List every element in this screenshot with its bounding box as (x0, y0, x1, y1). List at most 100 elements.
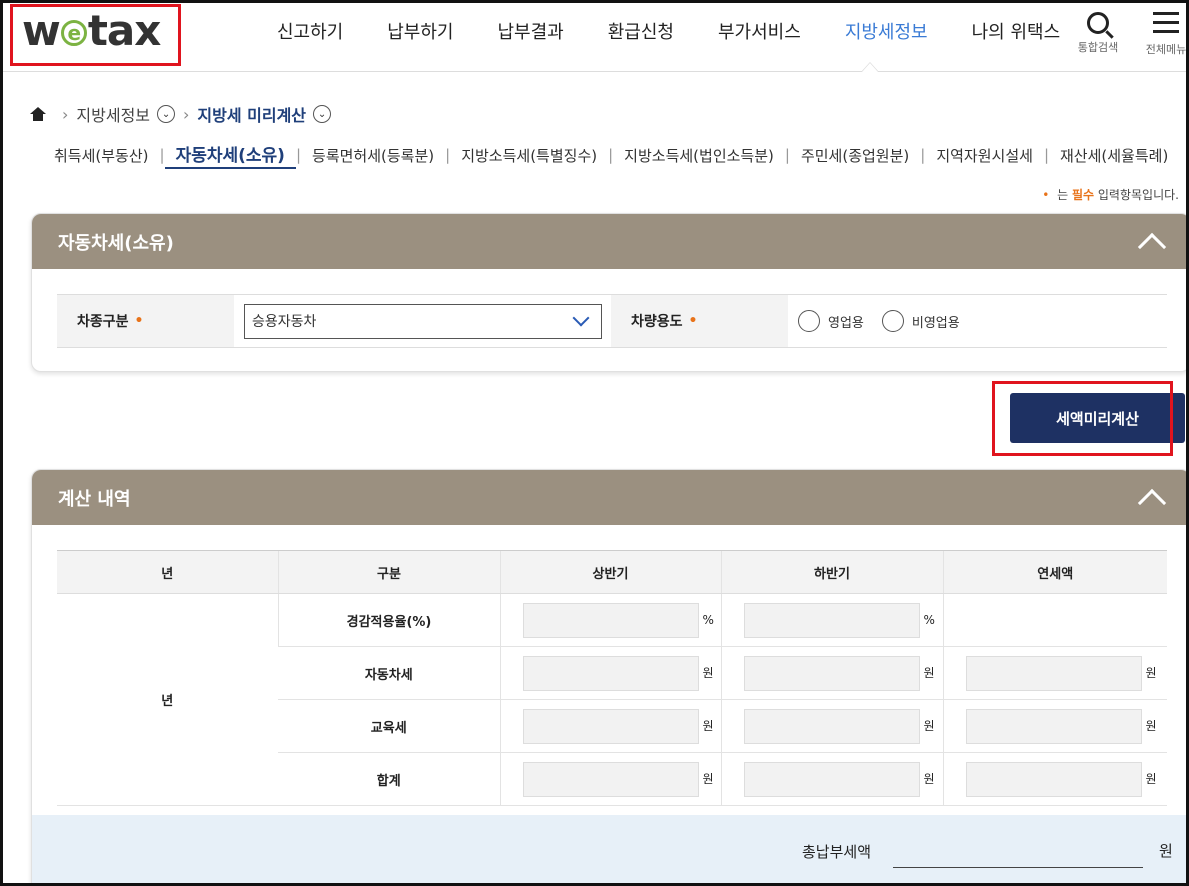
nav-payment-result[interactable]: 납부결과 (476, 18, 586, 44)
total-payment-unit: 원 (1159, 842, 1173, 860)
vehicle-tax-form-panel: 자동차세(소유) 차종구분 • 승용자동차 차량용도 • 영업용 비영업용 (31, 213, 1189, 372)
integrated-search[interactable]: 통합검색 (1072, 8, 1124, 55)
nav-local-tax-info[interactable]: 지방세정보 (823, 18, 950, 44)
total-first-half: 원 (499, 752, 721, 806)
result-panel-title: 계산 내역 (58, 488, 131, 510)
total-second-half: 원 (720, 752, 943, 806)
required-dot-icon: • (134, 313, 144, 329)
row-label-education-tax: 교육세 (278, 699, 500, 753)
vehicle-tax-second-half: 원 (720, 646, 943, 700)
table-row: 년 경감적용율(%) % % (57, 593, 1167, 806)
reduction-rate-first-half: % (499, 593, 721, 647)
readonly-field (743, 761, 920, 797)
main-nav: 신고하기 납부하기 납부결과 환급신청 부가서비스 지방세정보 나의 위택스 (255, 0, 1082, 62)
form-panel-header[interactable]: 자동차세(소유) (32, 214, 1189, 269)
breadcrumb-level1[interactable]: 지방세정보 (76, 102, 150, 126)
breadcrumb-level2[interactable]: 지방세 미리계산 (197, 102, 306, 126)
result-panel-header[interactable]: 계산 내역 (32, 470, 1189, 525)
vehicle-type-label: 차종구분 • (57, 295, 234, 347)
usage-option-label: 비영업용 (911, 315, 960, 331)
readonly-field (522, 761, 699, 797)
education-tax-annual: 원 (942, 699, 1167, 753)
logo-text-tax: tax (87, 6, 162, 55)
nav-extra-services[interactable]: 부가서비스 (696, 18, 823, 44)
nav-report[interactable]: 신고하기 (255, 18, 365, 44)
readonly-field (743, 602, 920, 638)
usage-option-label: 영업용 (828, 315, 864, 331)
tab-local-income-tax-corporate[interactable]: 지방소득세(법인소득분) (613, 145, 785, 166)
usage-radio-commercial[interactable]: 영업용 (798, 310, 864, 332)
wetax-logo[interactable]: w e tax (22, 6, 162, 55)
required-note-prefix: 는 (1057, 188, 1069, 202)
total-payment-bar: 총납부세액 원 (32, 815, 1189, 885)
logo-e-mark: e (60, 19, 87, 46)
required-dot-icon: • (1042, 188, 1050, 202)
chevron-down-circle-icon[interactable]: ⌄ (313, 105, 332, 123)
required-note-suffix: 입력항목입니다. (1097, 188, 1179, 202)
chevron-right-icon: › (183, 104, 190, 124)
breadcrumb: › 지방세정보 ⌄ › 지방세 미리계산 ⌄ (30, 102, 332, 126)
education-tax-second-half: 원 (720, 699, 943, 753)
calculate-button-highlight-box (992, 381, 1173, 456)
readonly-field (522, 708, 699, 744)
col-first-half: 상반기 (499, 550, 721, 594)
nav-payment[interactable]: 납부하기 (365, 18, 475, 44)
tab-property-tax-special[interactable]: 재산세(세율특례) (1049, 145, 1179, 166)
unit-label: 원 (1145, 665, 1157, 680)
nav-refund[interactable]: 환급신청 (586, 18, 696, 44)
education-tax-first-half: 원 (499, 699, 721, 753)
usage-radio-noncommercial[interactable]: 비영업용 (881, 310, 960, 332)
usage-cell: 영업용 비영업용 (788, 295, 978, 347)
home-icon[interactable] (30, 107, 46, 121)
calculation-result-panel: 계산 내역 년 구분 상반기 하반기 연세액 년 경감적용율(%) % % 자동… (31, 469, 1189, 886)
full-menu[interactable]: 전체메뉴 (1142, 8, 1189, 57)
usage-label-text: 차량용도 (631, 314, 683, 330)
radio-circle-icon[interactable] (798, 310, 820, 332)
tab-resident-tax-employee[interactable]: 주민세(종업원분) (790, 145, 920, 166)
chevron-down-circle-icon[interactable]: ⌄ (157, 105, 176, 123)
nav-my-wetax[interactable]: 나의 위택스 (950, 18, 1083, 44)
unit-label: 원 (702, 718, 714, 733)
active-nav-caret (861, 62, 879, 72)
site-header: w e tax 신고하기 납부하기 납부결과 환급신청 부가서비스 지방세정보 … (0, 0, 1189, 72)
tab-local-income-tax-withholding[interactable]: 지방소득세(특별징수) (450, 145, 608, 166)
row-label-total: 합계 (278, 752, 500, 806)
logo-text-w: w (22, 6, 61, 55)
tab-registration-license-tax[interactable]: 등록면허세(등록분) (301, 145, 445, 166)
table-header-row: 년 구분 상반기 하반기 연세액 (57, 550, 1167, 594)
vehicle-type-select[interactable]: 승용자동차 (244, 303, 602, 339)
col-category: 구분 (277, 550, 500, 594)
chevron-right-icon: › (62, 104, 69, 124)
unit-label: 원 (923, 718, 935, 733)
tax-type-tabs: 취득세(부동산) | 자동차세(소유) | 등록면허세(등록분) | 지방소득세… (54, 141, 1179, 169)
tab-regional-resource-facility-tax[interactable]: 지역자원시설세 (925, 145, 1044, 166)
usage-label: 차량용도 • (611, 295, 788, 347)
readonly-field (522, 655, 699, 691)
chevron-up-icon[interactable] (1137, 232, 1167, 262)
vehicle-form-row: 차종구분 • 승용자동차 차량용도 • 영업용 비영업용 (57, 294, 1167, 348)
required-dot-icon: • (688, 313, 698, 329)
total-annual: 원 (942, 752, 1167, 806)
col-year: 년 (57, 550, 278, 594)
search-icon (1087, 12, 1109, 34)
chevron-down-icon (572, 309, 590, 326)
chevron-up-icon[interactable] (1137, 488, 1167, 518)
required-note-highlight: 필수 (1071, 188, 1095, 202)
readonly-field (965, 655, 1142, 691)
vehicle-tax-first-half: 원 (499, 646, 721, 700)
unit-label: % (923, 612, 935, 627)
tab-vehicle-tax[interactable]: 자동차세(소유) (164, 141, 296, 169)
readonly-field (743, 708, 920, 744)
unit-label: 원 (702, 665, 714, 680)
total-payment-value (893, 867, 1143, 868)
radio-circle-icon[interactable] (881, 310, 904, 332)
col-annual: 연세액 (942, 550, 1167, 594)
year-cell: 년 (57, 593, 278, 806)
vehicle-tax-annual: 원 (942, 646, 1167, 700)
vehicle-type-label-text: 차종구분 (77, 314, 129, 330)
readonly-field (743, 655, 920, 691)
unit-label: 원 (1145, 771, 1157, 786)
unit-label: 원 (1145, 718, 1157, 733)
unit-label: 원 (923, 665, 935, 680)
tab-acquisition-tax[interactable]: 취득세(부동산) (54, 145, 160, 166)
